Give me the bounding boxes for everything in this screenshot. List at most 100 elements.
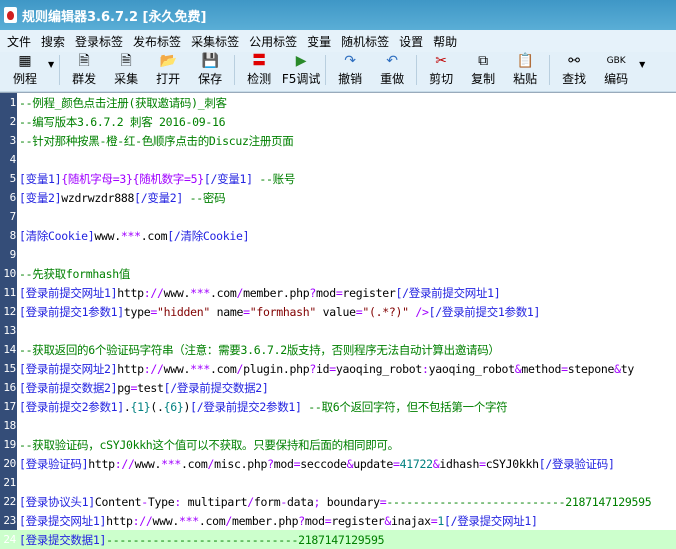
line-number: 15	[3, 362, 16, 375]
code-line[interactable]: 21	[0, 473, 676, 492]
code-token: misc.php	[214, 456, 268, 471]
code-token: &	[614, 361, 621, 376]
code-token: /	[247, 494, 254, 509]
code-token: www.	[163, 285, 191, 300]
line-number: 18	[3, 419, 16, 432]
code-line[interactable]: 12 [登录前提交1参数1]type="hidden" name="formhas…	[0, 302, 676, 321]
dropdown-arrow-icon[interactable]: ▼	[639, 60, 645, 69]
line-text: --编写版本3.6.7.2 刺客 2016-09-16	[17, 114, 226, 130]
menu-item-9[interactable]: 帮助	[428, 33, 462, 50]
menu-item-8[interactable]: 设置	[394, 33, 428, 50]
code-line[interactable]: 16 [登录前提交数据2]pg=test[/登录前提交数据2]	[0, 378, 676, 397]
line-text: --先获取formhash值	[17, 266, 130, 282]
toolbar-separator	[549, 55, 551, 85]
code-token: --针对那种按黑-橙-红-色顺序点击的Discuz注册页面	[19, 133, 294, 148]
line-number: 12	[3, 305, 16, 318]
code-token: =	[335, 285, 343, 300]
line-number: 16	[3, 381, 16, 394]
code-line[interactable]: 20 [登录验证码]http://www.***.com/misc.php?mod…	[0, 454, 676, 473]
menu-item-6[interactable]: 变量	[302, 33, 336, 50]
code-token: [/登录前提交1参数1]	[428, 304, 541, 319]
code-token: yaoqing_robot	[428, 361, 515, 376]
code-token: =	[393, 456, 400, 471]
code-line[interactable]: 19 --获取验证码，cSYJ0kkh这个值可以不获取。只要保持和后面的相同即可。	[0, 435, 676, 454]
toolbar-button-14[interactable]: ⧉ 复制	[462, 52, 504, 87]
toolbar-button-11[interactable]: ↶ 重做	[371, 52, 413, 87]
code-token: ***	[161, 456, 181, 471]
toolbar-separator	[325, 55, 327, 85]
menu-item-2[interactable]: 登录标签	[70, 33, 128, 50]
menu-item-4[interactable]: 采集标签	[186, 33, 244, 50]
code-line[interactable]: 10 --先获取formhash值	[0, 264, 676, 283]
toolbar-button-5[interactable]: 💾 保存	[189, 52, 231, 87]
toolbar-button-17[interactable]: ⚯ 查找	[553, 52, 595, 87]
code-editor[interactable]: 1 --例程_颜色点击注册(获取邀请码)_刺客 2 --编写版本3.6.7.2 刺客 …	[0, 92, 676, 549]
code-token: ty	[620, 361, 635, 376]
line-text: --例程_颜色点击注册(获取邀请码)_刺客	[17, 95, 227, 111]
code-line[interactable]: 24 [登录提交数据1]-----------------------------…	[0, 530, 676, 549]
code-token: {随机字母=3}	[61, 171, 133, 186]
toolbar-button-2[interactable]: 🗎 群发	[63, 52, 105, 87]
code-line[interactable]: 18	[0, 416, 676, 435]
line-number: 10	[3, 267, 16, 280]
toolbar: ▦ 例程 ▼ 🗎 群发 🗎 采集 📂 打开 💾 保存 〓检测 ▶ F5调试 ↷ 撤销 ↶ 重做 ✂ 剪切 ⧉ 复制 📋 粘贴 ⚯…	[0, 52, 676, 92]
code-token: {6}	[163, 399, 184, 414]
code-token: cSYJ0kkh	[485, 456, 539, 471]
code-line[interactable]: 4	[0, 150, 676, 169]
code-token: mod	[304, 513, 325, 528]
line-number: 14	[3, 343, 16, 356]
menu-item-1[interactable]: 搜索	[36, 33, 70, 50]
code-token: --取6个返回字符，但不包括第一个字符	[301, 399, 508, 414]
code-line[interactable]: 11 [登录前提交网址1]http://www.***.com/member.ph…	[0, 283, 676, 302]
menu-item-3[interactable]: 发布标签	[128, 33, 186, 50]
code-line[interactable]: 3 --针对那种按黑-橙-红-色顺序点击的Discuz注册页面	[0, 131, 676, 150]
code-token: inajax	[390, 513, 431, 528]
line-number: 7	[9, 210, 17, 223]
code-line[interactable]: 23 [登录提交网址1]http://www.***.com/member.php…	[0, 511, 676, 530]
toolbar-label: 撤销	[338, 72, 363, 86]
toolbar-button-8[interactable]: ▶ F5调试	[280, 52, 322, 87]
toolbar-button-0[interactable]: ▦ 例程	[4, 52, 46, 87]
code-line[interactable]: 6 [变量2]wzdrwzdr888[/变量2] --密码	[0, 188, 676, 207]
code-line[interactable]: 7	[0, 207, 676, 226]
menu-item-5[interactable]: 公用标签	[244, 33, 302, 50]
code-line[interactable]: 9	[0, 245, 676, 264]
dropdown-arrow-icon[interactable]: ▼	[48, 60, 54, 69]
code-line[interactable]: 14 --获取返回的6个验证码字符串（注意：需要3.6.7.2版支持，否则程序无法…	[0, 340, 676, 359]
toolbar-button-3[interactable]: 🗎 采集	[105, 52, 147, 87]
line-text: --获取验证码，cSYJ0kkh这个值可以不获取。只要保持和后面的相同即可。	[17, 437, 399, 453]
menu-item-0[interactable]: 文件	[2, 33, 36, 50]
toolbar-button-7[interactable]: 〓检测	[238, 52, 280, 87]
code-token: {1}	[130, 399, 151, 414]
toolbar-button-18[interactable]: GBK 编码	[595, 52, 637, 87]
code-token: 1	[437, 513, 444, 528]
code-line[interactable]: 22 [登录协议头1]Content-Type: multipart/form-d…	[0, 492, 676, 511]
code-line[interactable]: 8 [清除Cookie]www.***.com[/清除Cookie]	[0, 226, 676, 245]
code-line[interactable]: 1 --例程_颜色点击注册(获取邀请码)_刺客	[0, 93, 676, 112]
code-token: [/登录前提交2参数1]	[190, 399, 302, 414]
toolbar-label: 保存	[198, 72, 223, 86]
code-line[interactable]: 5 [变量1]{随机字母=3}{随机数字=5}[/变量1] --账号	[0, 169, 676, 188]
code-token: -	[280, 494, 287, 509]
code-token: test	[137, 380, 164, 395]
code-line[interactable]: 15 [登录前提交网址2]http://www.***.com/plugin.ph…	[0, 359, 676, 378]
code-token: "(.*?)"	[362, 304, 409, 319]
line-number: 8	[9, 229, 17, 242]
code-token: register	[331, 513, 385, 528]
code-token: --账号	[252, 171, 296, 186]
code-token: ***	[178, 513, 199, 528]
toolbar-button-15[interactable]: 📋 粘贴	[504, 52, 546, 87]
code-token: --先获取formhash值	[19, 266, 131, 281]
code-line[interactable]: 13	[0, 321, 676, 340]
code-line[interactable]: 2 --编写版本3.6.7.2 刺客 2016-09-16	[0, 112, 676, 131]
toolbar-label: 例程	[12, 72, 37, 86]
toolbar-button-4[interactable]: 📂 打开	[147, 52, 189, 87]
code-token: ://	[143, 285, 164, 300]
code-token: id	[316, 361, 330, 376]
menu-item-7[interactable]: 随机标签	[336, 33, 394, 50]
toolbar-button-13[interactable]: ✂ 剪切	[420, 52, 462, 87]
toolbar-button-10[interactable]: ↷ 撤销	[329, 52, 371, 87]
code-line[interactable]: 17 [登录前提交2参数1].{1}(.{6})[/登录前提交2参数1] --取6…	[0, 397, 676, 416]
code-token: www.	[134, 456, 162, 471]
line-text: [登录协议头1]Content-Type: multipart/form-dat…	[17, 494, 652, 510]
